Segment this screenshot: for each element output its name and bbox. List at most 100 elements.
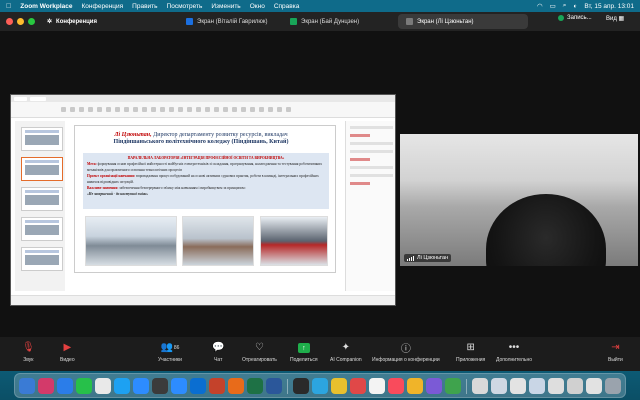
participant-video[interactable]: Лі Цзюньтан — [400, 134, 638, 266]
menu-bar:  Zoom Workplace Конференция Править Пос… — [0, 0, 640, 12]
minimize-window-icon[interactable] — [17, 18, 24, 25]
viber-icon[interactable] — [426, 378, 442, 394]
chat-icon: 💬 — [212, 342, 225, 353]
app-store-icon[interactable] — [133, 378, 149, 394]
telegram-icon[interactable] — [312, 378, 328, 394]
slide-thumbnail[interactable] — [21, 247, 63, 271]
messages-icon[interactable] — [76, 378, 92, 394]
toolbar-icon — [178, 107, 183, 112]
apple-icon[interactable]:  — [6, 3, 11, 10]
ai-companion-button[interactable]: ✦ AI Companion — [330, 341, 362, 363]
speaker-institution: Піндіншаньського політехнічного коледжу … — [113, 139, 289, 145]
leave-button[interactable]: ⇥ Выйти — [608, 341, 623, 363]
music-icon[interactable] — [388, 378, 404, 394]
tab-label: Экран (Лі Цзюньтан) — [417, 18, 474, 25]
participants-button[interactable]: 👥 86 Участники — [158, 341, 182, 363]
terminal-icon[interactable] — [293, 378, 309, 394]
shared-screen[interactable]: Лі Цзюньтан, Директор департаменту розви… — [10, 94, 396, 306]
shield-icon — [558, 15, 564, 21]
tab-screen-2[interactable]: Экран (Бай Дунцзен) — [282, 14, 367, 29]
search-icon[interactable]: ⌕ — [563, 2, 567, 10]
tab-screen-1[interactable]: Экран (Віталій Гаврилюк) — [178, 14, 276, 29]
microphone-muted-icon: 🎙 — [22, 342, 35, 353]
calendar-icon[interactable] — [350, 378, 366, 394]
control-center-icon[interactable]: ◐ — [573, 3, 577, 10]
dock-separator — [466, 379, 467, 394]
toolbar-icon — [151, 107, 156, 112]
launchpad-icon[interactable] — [38, 378, 54, 394]
finder-icon[interactable] — [19, 378, 35, 394]
goal-text: формування основ професійної майстерност… — [96, 162, 282, 166]
notes-icon[interactable] — [369, 378, 385, 394]
recent-document-icon[interactable] — [491, 378, 507, 394]
menu-change[interactable]: Изменить — [211, 3, 240, 10]
recent-document-icon[interactable] — [510, 378, 526, 394]
menu-help[interactable]: Справка — [274, 3, 300, 10]
chat-button[interactable]: 💬 Чат — [212, 341, 224, 363]
safari-icon[interactable] — [57, 378, 73, 394]
whatsapp-icon[interactable] — [445, 378, 461, 394]
chrome-icon[interactable] — [331, 378, 347, 394]
react-label: Отреагировать — [242, 357, 277, 363]
react-button[interactable]: ♡ Отреагировать — [242, 341, 277, 363]
toolbar-icon — [133, 107, 138, 112]
share-screen-button[interactable]: ↑ Поделиться — [290, 341, 318, 363]
view-label: Вид — [606, 16, 617, 22]
toolbar-icon — [214, 107, 219, 112]
battery-icon[interactable]: ▭ — [550, 2, 556, 10]
screen-share-icon — [290, 18, 297, 25]
slide-thumbnail[interactable] — [21, 157, 63, 181]
menu-window[interactable]: Окно — [250, 3, 265, 10]
panel-line — [350, 134, 370, 137]
stickies-icon[interactable] — [407, 378, 423, 394]
menu-view[interactable]: Посмотреть — [167, 3, 203, 10]
more-button[interactable]: ••• Дополнительно — [496, 341, 532, 363]
wifi-icon[interactable]: ◠ — [537, 2, 543, 10]
recent-document-icon[interactable] — [548, 378, 564, 394]
presentation-status-bar — [11, 295, 395, 305]
photos-icon[interactable] — [95, 378, 111, 394]
menu-edit[interactable]: Править — [132, 3, 157, 10]
speaker-role: Директор департаменту розвитку ресурсів,… — [151, 132, 288, 138]
system-settings-icon[interactable] — [152, 378, 168, 394]
toolbar-icon — [169, 107, 174, 112]
slide-thumbnail[interactable] — [21, 217, 63, 241]
outlook-icon[interactable] — [190, 378, 206, 394]
wps-office-icon[interactable] — [228, 378, 244, 394]
apps-button[interactable]: ⊞ Приложения — [456, 341, 485, 363]
downloads-folder-icon[interactable] — [586, 378, 602, 394]
facetime-icon[interactable] — [114, 378, 130, 394]
recent-document-icon[interactable] — [567, 378, 583, 394]
slide-thumbnail[interactable] — [21, 187, 63, 211]
recent-document-icon[interactable] — [472, 378, 488, 394]
maximize-window-icon[interactable] — [28, 18, 35, 25]
video-label: Видео — [60, 357, 75, 363]
meeting-info-button[interactable]: ⓘ Информация о конференции — [372, 341, 440, 363]
excel-icon[interactable] — [247, 378, 263, 394]
word-icon[interactable] — [266, 378, 282, 394]
close-window-icon[interactable] — [6, 18, 13, 25]
tab-screen-3[interactable]: Экран (Лі Цзюньтан) — [398, 14, 528, 29]
toolbar-icon — [88, 107, 93, 112]
zoom-title-bar: ✲ Конференция Экран (Віталій Гаврилюк) Э… — [0, 12, 640, 31]
toolbar-icon — [70, 107, 75, 112]
conference-label: Конференция — [56, 18, 97, 25]
presentation-tabs — [11, 95, 395, 102]
goal-paragraph: Мета: формування основ професійної майст… — [87, 161, 325, 173]
powerpoint-icon[interactable] — [209, 378, 225, 394]
trash-icon[interactable] — [605, 378, 621, 394]
view-button[interactable]: Вид ▦ — [606, 15, 624, 22]
menu-conference[interactable]: Конференция — [82, 3, 124, 10]
recent-document-icon[interactable] — [529, 378, 545, 394]
slide-thumbnail[interactable] — [21, 127, 63, 151]
audio-button[interactable]: 🎙 Звук — [22, 341, 35, 363]
screen-share-icon — [406, 18, 413, 25]
leave-icon: ⇥ — [611, 342, 620, 353]
zoom-icon[interactable] — [171, 378, 187, 394]
menu-datetime[interactable]: Вт, 15 апр. 13:01 — [584, 3, 634, 10]
menu-app-name[interactable]: Zoom Workplace — [20, 3, 72, 10]
recording-indicator[interactable]: Запись... — [558, 15, 592, 21]
conference-title[interactable]: ✲ Конференция — [47, 18, 97, 26]
format-panel — [345, 121, 395, 291]
video-button[interactable]: ▶ Видео — [60, 341, 75, 363]
